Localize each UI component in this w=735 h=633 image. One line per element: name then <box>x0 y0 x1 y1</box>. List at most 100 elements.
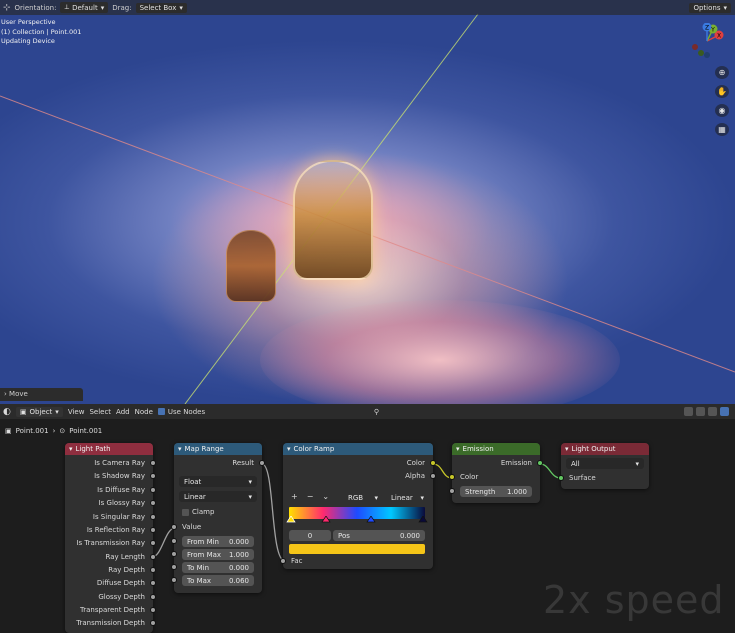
chevron-down-icon: ▾ <box>248 492 252 501</box>
chevron-down-icon: ▾ <box>248 477 252 486</box>
color-mode-dropdown[interactable]: RGB ▾ <box>343 492 383 503</box>
to-max-field[interactable]: To Max 0.060 <box>182 575 254 586</box>
pan-hand-icon[interactable]: ✋ <box>715 85 729 98</box>
input-socket[interactable] <box>171 551 177 557</box>
color-mode-value: RGB <box>348 493 364 502</box>
input-socket[interactable] <box>449 474 455 480</box>
orientation-label: Orientation: <box>14 3 57 12</box>
output-is-diffuse-ray: Is Diffuse Ray <box>97 486 145 494</box>
output-target-dropdown[interactable]: All ▾ <box>566 458 644 469</box>
light-output-node[interactable]: ▾ Light Output All ▾ Surface <box>558 443 649 489</box>
remove-stop-icon[interactable]: − <box>307 492 314 501</box>
stop-index-value: 0 <box>307 531 313 540</box>
from-min-field[interactable]: From Min 0.000 <box>182 536 254 547</box>
navigation-gizmo[interactable]: X Y Z <box>689 23 725 59</box>
output-socket[interactable] <box>150 620 156 626</box>
input-socket[interactable] <box>171 577 177 583</box>
last-operator-panel[interactable]: › Move <box>0 388 83 401</box>
output-is-shadow-ray: Is Shadow Ray <box>94 472 145 480</box>
light-path-header[interactable]: ▾ Light Path <box>65 443 153 455</box>
light-output-header[interactable]: ▾ Light Output <box>561 443 649 455</box>
data-type-dropdown[interactable]: Float ▾ <box>179 476 257 487</box>
output-socket[interactable] <box>150 594 156 600</box>
map-range-node[interactable]: ▾ Map Range Result Float ▾ Linear ▾ Clamp V… <box>171 443 265 593</box>
node-title: Light Path <box>75 445 111 453</box>
strength-field[interactable]: Strength 1.000 <box>460 486 532 497</box>
to-min-field[interactable]: To Min 0.000 <box>182 562 254 573</box>
ramp-interpolation-dropdown[interactable]: Linear ▾ <box>386 492 429 503</box>
output-socket[interactable] <box>150 514 156 520</box>
output-socket[interactable] <box>150 487 156 493</box>
clamp-checkbox[interactable]: Clamp <box>182 508 214 516</box>
interpolation-value: Linear <box>184 492 206 501</box>
output-socket[interactable] <box>430 460 436 466</box>
to-max-value: 0.060 <box>228 576 249 585</box>
camera-icon[interactable]: ◉ <box>715 104 729 117</box>
emission-header[interactable]: ▾ Emission <box>452 443 540 455</box>
input-socket[interactable] <box>280 558 286 564</box>
small-glass-object[interactable] <box>226 230 276 302</box>
zoom-icon[interactable]: ⊕ <box>715 66 729 79</box>
output-socket[interactable] <box>259 460 265 466</box>
output-socket[interactable] <box>150 473 156 479</box>
output-is-glossy-ray: Is Glossy Ray <box>98 499 145 507</box>
output-is-camera-ray: Is Camera Ray <box>94 459 145 467</box>
output-color: Color <box>406 459 425 467</box>
node-title: Map Range <box>184 445 224 453</box>
grid-view-icon[interactable]: ▦ <box>715 123 729 136</box>
gizmo-z-label: Z <box>705 25 709 32</box>
node-title: Light Output <box>571 445 616 453</box>
input-socket[interactable] <box>171 538 177 544</box>
gizmo-x-label: X <box>717 33 721 40</box>
chevron-down-icon[interactable]: ⌄ <box>322 492 329 501</box>
output-socket[interactable] <box>150 500 156 506</box>
output-is-singular-ray: Is Singular Ray <box>92 513 145 521</box>
from-max-field[interactable]: From Max 1.000 <box>182 549 254 560</box>
from-min-value: 0.000 <box>228 537 249 546</box>
ramp-stop-3[interactable] <box>418 516 428 523</box>
output-socket[interactable] <box>150 607 156 613</box>
viewport-info: User Perspective (1) Collection | Point.… <box>1 18 81 47</box>
ramp-stop-1[interactable] <box>321 516 331 523</box>
checkbox-unchecked-icon <box>182 508 189 516</box>
last-operator-label: Move <box>9 390 28 398</box>
3d-viewport[interactable]: ⊹ Orientation: ⟂ Default ▾ Drag: Select Bo… <box>0 0 735 404</box>
output-socket[interactable] <box>150 580 156 586</box>
stop-position-field[interactable]: Pos 0.000 <box>333 530 425 541</box>
drag-dropdown[interactable]: Select Box ▾ <box>135 2 187 13</box>
input-color: Color <box>460 473 479 481</box>
node-title: Emission <box>462 445 494 453</box>
transform-pivot-icon[interactable]: ⊹ <box>3 3 11 13</box>
light-path-node[interactable]: ▾ Light Path Is Camera Ray Is Shadow Ray … <box>65 443 156 633</box>
collection-object: (1) Collection | Point.001 <box>1 27 82 36</box>
output-socket[interactable] <box>150 460 156 466</box>
ramp-stop-2[interactable] <box>366 516 376 523</box>
output-socket[interactable] <box>150 540 156 546</box>
output-is-transmission-ray: Is Transmission Ray <box>76 539 145 547</box>
large-glass-object[interactable] <box>293 160 373 280</box>
clamp-label: Clamp <box>192 508 215 516</box>
input-socket[interactable] <box>171 524 177 530</box>
orientation-dropdown[interactable]: ⟂ Default ▾ <box>60 2 109 13</box>
emission-node[interactable]: ▾ Emission Emission Color Strength 1.000 <box>449 443 543 503</box>
input-socket[interactable] <box>449 488 455 494</box>
options-button[interactable]: Options ▾ <box>689 2 731 13</box>
output-socket[interactable] <box>430 473 436 479</box>
output-socket[interactable] <box>150 554 156 560</box>
ramp-stop-0[interactable] <box>286 516 296 523</box>
input-socket[interactable] <box>171 564 177 570</box>
output-socket[interactable] <box>150 567 156 573</box>
active-stop-index[interactable]: 0 <box>289 530 331 541</box>
output-socket[interactable] <box>537 460 543 466</box>
input-socket[interactable] <box>558 475 564 481</box>
output-glossy-depth: Glossy Depth <box>98 593 145 601</box>
output-socket[interactable] <box>150 527 156 533</box>
color-ramp-header[interactable]: ▾ Color Ramp <box>283 443 433 455</box>
map-range-header[interactable]: ▾ Map Range <box>174 443 262 455</box>
add-stop-icon[interactable]: + <box>291 492 298 501</box>
stop-color-swatch[interactable] <box>289 544 425 554</box>
render-status: Updating Device <box>1 37 55 45</box>
chevron-down-icon: ▾ <box>100 3 105 12</box>
interpolation-dropdown[interactable]: Linear ▾ <box>179 491 257 502</box>
color-ramp-node[interactable]: ▾ Color Ramp Color Alpha + − ⌄ RGB ▾ Linea… <box>280 443 436 569</box>
